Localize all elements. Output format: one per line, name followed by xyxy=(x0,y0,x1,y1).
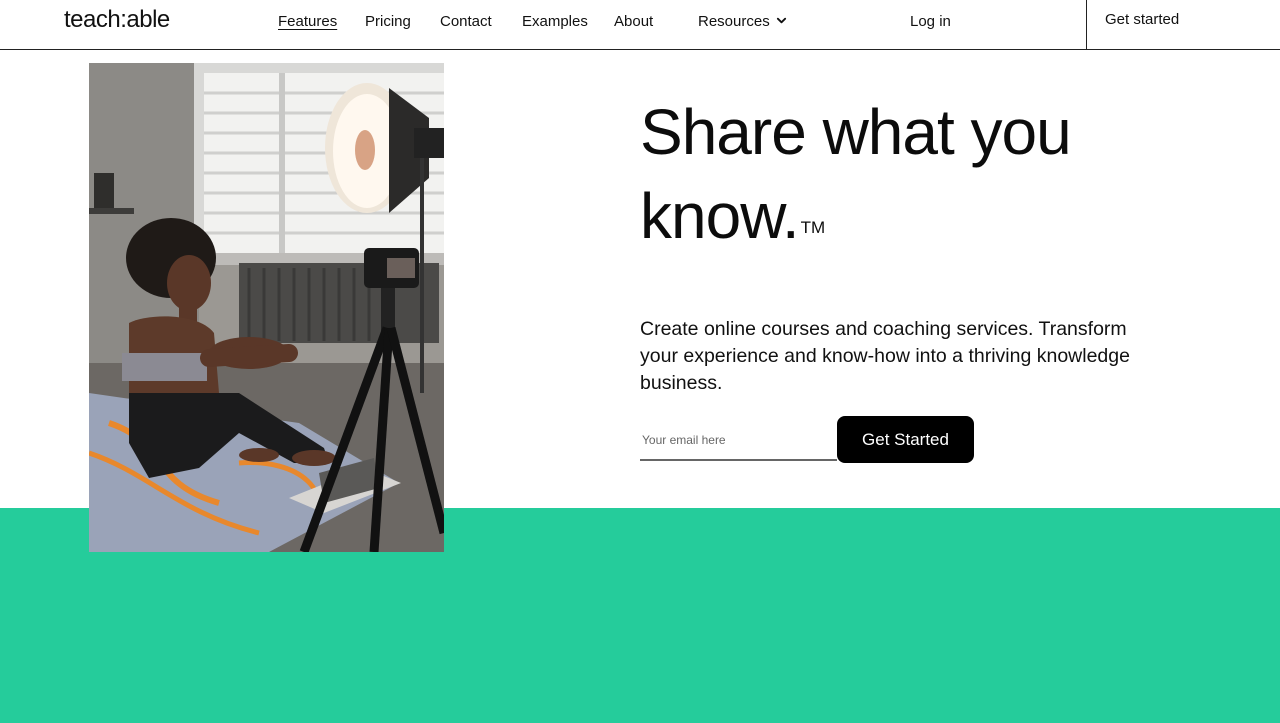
hero-headline-line1: Share what you xyxy=(640,96,1072,168)
hero-photo-creator-filming xyxy=(89,63,444,552)
nav-examples-link[interactable]: Examples xyxy=(522,13,588,30)
nav-about-link[interactable]: About xyxy=(614,13,653,30)
teachable-logo[interactable]: teach:able xyxy=(64,6,170,34)
login-link[interactable]: Log in xyxy=(910,13,951,30)
chevron-down-icon xyxy=(776,13,787,30)
email-input[interactable] xyxy=(640,422,837,458)
hero-subtext: Create online courses and coaching servi… xyxy=(640,318,1130,394)
get-started-button[interactable]: Get Started xyxy=(837,416,974,463)
header-get-started-button[interactable]: Get started xyxy=(1086,0,1280,50)
nav-contact-link[interactable]: Contact xyxy=(440,13,492,30)
email-field-container xyxy=(640,422,837,461)
nav-resources-label: Resources xyxy=(698,13,770,30)
hero-headline-line2: know. xyxy=(640,180,800,252)
nav-resources-dropdown[interactable]: Resources xyxy=(698,13,787,30)
site-header: teach:able Features Pricing Contact Exam… xyxy=(0,0,1280,50)
nav-features-link[interactable]: Features xyxy=(278,13,337,30)
hero-headline: Share what you know. TM xyxy=(640,90,1160,258)
nav-pricing-link[interactable]: Pricing xyxy=(365,13,411,30)
trademark-mark: TM xyxy=(800,218,826,237)
